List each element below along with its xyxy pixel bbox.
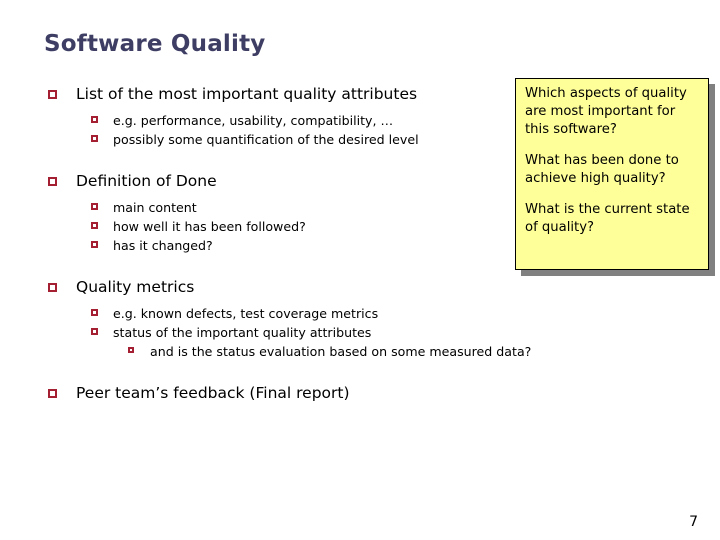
square-bullet-icon — [91, 241, 98, 248]
list-item[interactable]: and is the status evaluation based on so… — [44, 342, 564, 361]
slide-canvas: Software Quality List of the most import… — [0, 0, 720, 540]
square-bullet-icon — [91, 328, 98, 335]
outline-group: Peer team’s feedback (Final report) — [44, 383, 564, 404]
list-item-label: Definition of Done — [76, 172, 217, 190]
list-item[interactable]: how well it has been followed? — [44, 217, 564, 236]
outline-group: List of the most important quality attri… — [44, 84, 564, 149]
square-bullet-icon — [48, 177, 57, 186]
list-item[interactable]: Definition of Done — [44, 171, 564, 192]
list-item-label: List of the most important quality attri… — [76, 85, 418, 103]
list-item-label: status of the important quality attribut… — [113, 325, 372, 340]
list-item-label: Peer team’s feedback (Final report) — [76, 384, 350, 402]
sub-list: e.g. known defects, test coverage metric… — [44, 304, 564, 361]
square-bullet-icon — [48, 90, 57, 99]
list-item-label: e.g. known defects, test coverage metric… — [113, 306, 379, 321]
sub-list: main content how well it has been follow… — [44, 198, 564, 255]
page-number: 7 — [689, 514, 698, 530]
square-bullet-icon — [91, 203, 98, 210]
page-title: Software Quality — [44, 31, 266, 57]
list-item-label: has it changed? — [113, 238, 213, 253]
list-item[interactable]: status of the important quality attribut… — [44, 323, 564, 342]
square-bullet-icon — [48, 389, 57, 398]
list-item[interactable]: e.g. performance, usability, compatibili… — [44, 111, 564, 130]
outline-group: Quality metrics e.g. known defects, test… — [44, 277, 564, 361]
list-item[interactable]: possibly some quantification of the desi… — [44, 130, 564, 149]
list-item-label: how well it has been followed? — [113, 219, 306, 234]
square-bullet-icon — [91, 309, 98, 316]
square-bullet-icon — [91, 116, 98, 123]
callout-box: Which aspects of quality are most import… — [515, 78, 715, 276]
outline-group: Definition of Done main content how well… — [44, 171, 564, 255]
list-item-label: Quality metrics — [76, 278, 195, 296]
square-bullet-icon — [91, 135, 98, 142]
list-item-label: e.g. performance, usability, compatibili… — [113, 113, 394, 128]
sub-list: e.g. performance, usability, compatibili… — [44, 111, 564, 149]
callout-panel: Which aspects of quality are most import… — [515, 78, 709, 270]
list-item[interactable]: Quality metrics — [44, 277, 564, 298]
list-item[interactable]: List of the most important quality attri… — [44, 84, 564, 105]
list-item[interactable]: Peer team’s feedback (Final report) — [44, 383, 564, 404]
content-outline: List of the most important quality attri… — [44, 84, 564, 404]
callout-paragraph: What has been done to achieve high quali… — [525, 153, 679, 186]
list-item-label: and is the status evaluation based on so… — [150, 344, 532, 359]
callout-paragraph: Which aspects of quality are most import… — [525, 86, 687, 137]
list-item[interactable]: has it changed? — [44, 236, 564, 255]
list-item[interactable]: main content — [44, 198, 564, 217]
callout-paragraph: What is the current state of quality? — [525, 202, 690, 235]
list-item[interactable]: e.g. known defects, test coverage metric… — [44, 304, 564, 323]
list-item-label: possibly some quantification of the desi… — [113, 132, 419, 147]
square-bullet-icon — [91, 222, 98, 229]
list-item-label: main content — [113, 200, 197, 215]
square-bullet-icon — [48, 283, 57, 292]
square-bullet-icon — [128, 347, 134, 353]
